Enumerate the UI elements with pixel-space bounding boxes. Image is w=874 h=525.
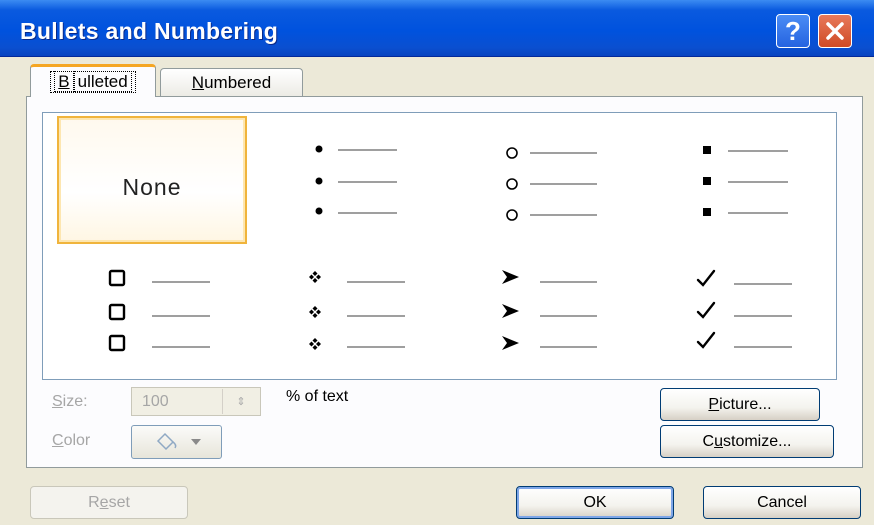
size-input[interactable]: 100 ⇕ bbox=[131, 387, 261, 416]
picture-button-label: Picture... bbox=[708, 396, 771, 414]
accel-u: u bbox=[714, 432, 723, 450]
accel-b: B bbox=[54, 71, 74, 92]
cancel-button-label: Cancel bbox=[757, 493, 807, 511]
filled-square-bullet-icon bbox=[703, 146, 788, 216]
tab-numbered-rest: umbered bbox=[204, 72, 272, 92]
accel-s: S bbox=[52, 393, 63, 410]
spin-arrows-icon: ⇕ bbox=[236, 396, 246, 408]
size-spinner[interactable]: ⇕ bbox=[222, 389, 259, 414]
color-picker-button[interactable] bbox=[131, 425, 222, 459]
customize-pre: C bbox=[702, 432, 715, 450]
picture-rest: icture... bbox=[719, 395, 772, 413]
reset-pre: R bbox=[88, 493, 100, 511]
tab-numbered-label: Numbered bbox=[192, 73, 271, 93]
bullet-style-checkmark[interactable] bbox=[690, 264, 874, 394]
filled-round-bullet-icon bbox=[315, 145, 397, 215]
paint-bucket-icon bbox=[156, 432, 176, 451]
size-value: 100 bbox=[142, 393, 169, 410]
tab-numbered[interactable]: Numbered bbox=[160, 68, 303, 96]
tab-bulleted[interactable]: Bulleted bbox=[30, 64, 156, 97]
ok-button-label: OK bbox=[583, 493, 607, 511]
reset-button-label: Reset bbox=[88, 494, 130, 512]
none-label: None bbox=[122, 174, 182, 200]
tab-bulleted-label: Bulleted bbox=[50, 71, 136, 93]
reset-button[interactable]: Reset bbox=[30, 486, 188, 519]
accel-n: N bbox=[191, 72, 205, 92]
bullet-style-hollow-square[interactable] bbox=[100, 264, 290, 394]
close-icon bbox=[826, 22, 844, 40]
picture-button[interactable]: Picture... bbox=[660, 388, 820, 421]
bullet-style-hollow-round[interactable] bbox=[490, 136, 680, 266]
window-title: Bullets and Numbering bbox=[20, 18, 279, 44]
customize-button[interactable]: Customize... bbox=[660, 425, 834, 458]
bullet-style-filled-round[interactable] bbox=[290, 136, 480, 266]
ok-button[interactable]: OK bbox=[516, 486, 674, 519]
chevron-down-icon bbox=[190, 439, 201, 445]
tab-bulleted-rest: ulleted bbox=[73, 71, 132, 92]
accel-c: C bbox=[52, 432, 64, 449]
help-button[interactable]: ? bbox=[776, 14, 810, 48]
help-icon: ? bbox=[785, 15, 801, 46]
bullet-style-four-diamond[interactable] bbox=[295, 264, 485, 394]
cancel-button[interactable]: Cancel bbox=[703, 486, 861, 519]
accel-p: P bbox=[708, 395, 720, 413]
bullet-style-none[interactable]: None bbox=[57, 116, 247, 244]
bullet-style-filled-square[interactable] bbox=[690, 136, 874, 266]
arrowhead-bullet-icon bbox=[502, 270, 597, 350]
size-label: Size: bbox=[52, 393, 88, 411]
four-diamond-bullet-icon bbox=[309, 271, 405, 350]
size-suffix: % of text bbox=[286, 388, 349, 405]
hollow-round-bullet-icon bbox=[506, 147, 597, 221]
customize-button-label: Customize... bbox=[703, 433, 792, 451]
hollow-square-bullet-icon bbox=[108, 269, 210, 352]
close-button[interactable] bbox=[818, 14, 852, 48]
color-label: Color bbox=[52, 432, 90, 450]
bullet-style-arrowhead[interactable] bbox=[495, 264, 685, 394]
color-label-rest: olor bbox=[63, 432, 91, 449]
reset-rest: set bbox=[108, 493, 130, 511]
customize-rest: stomize... bbox=[723, 432, 792, 450]
title-bar: Bullets and Numbering ? bbox=[0, 0, 874, 57]
size-label-rest: ize: bbox=[62, 393, 88, 410]
checkmark-bullet-icon bbox=[696, 269, 792, 349]
accel-e: e bbox=[99, 493, 109, 511]
